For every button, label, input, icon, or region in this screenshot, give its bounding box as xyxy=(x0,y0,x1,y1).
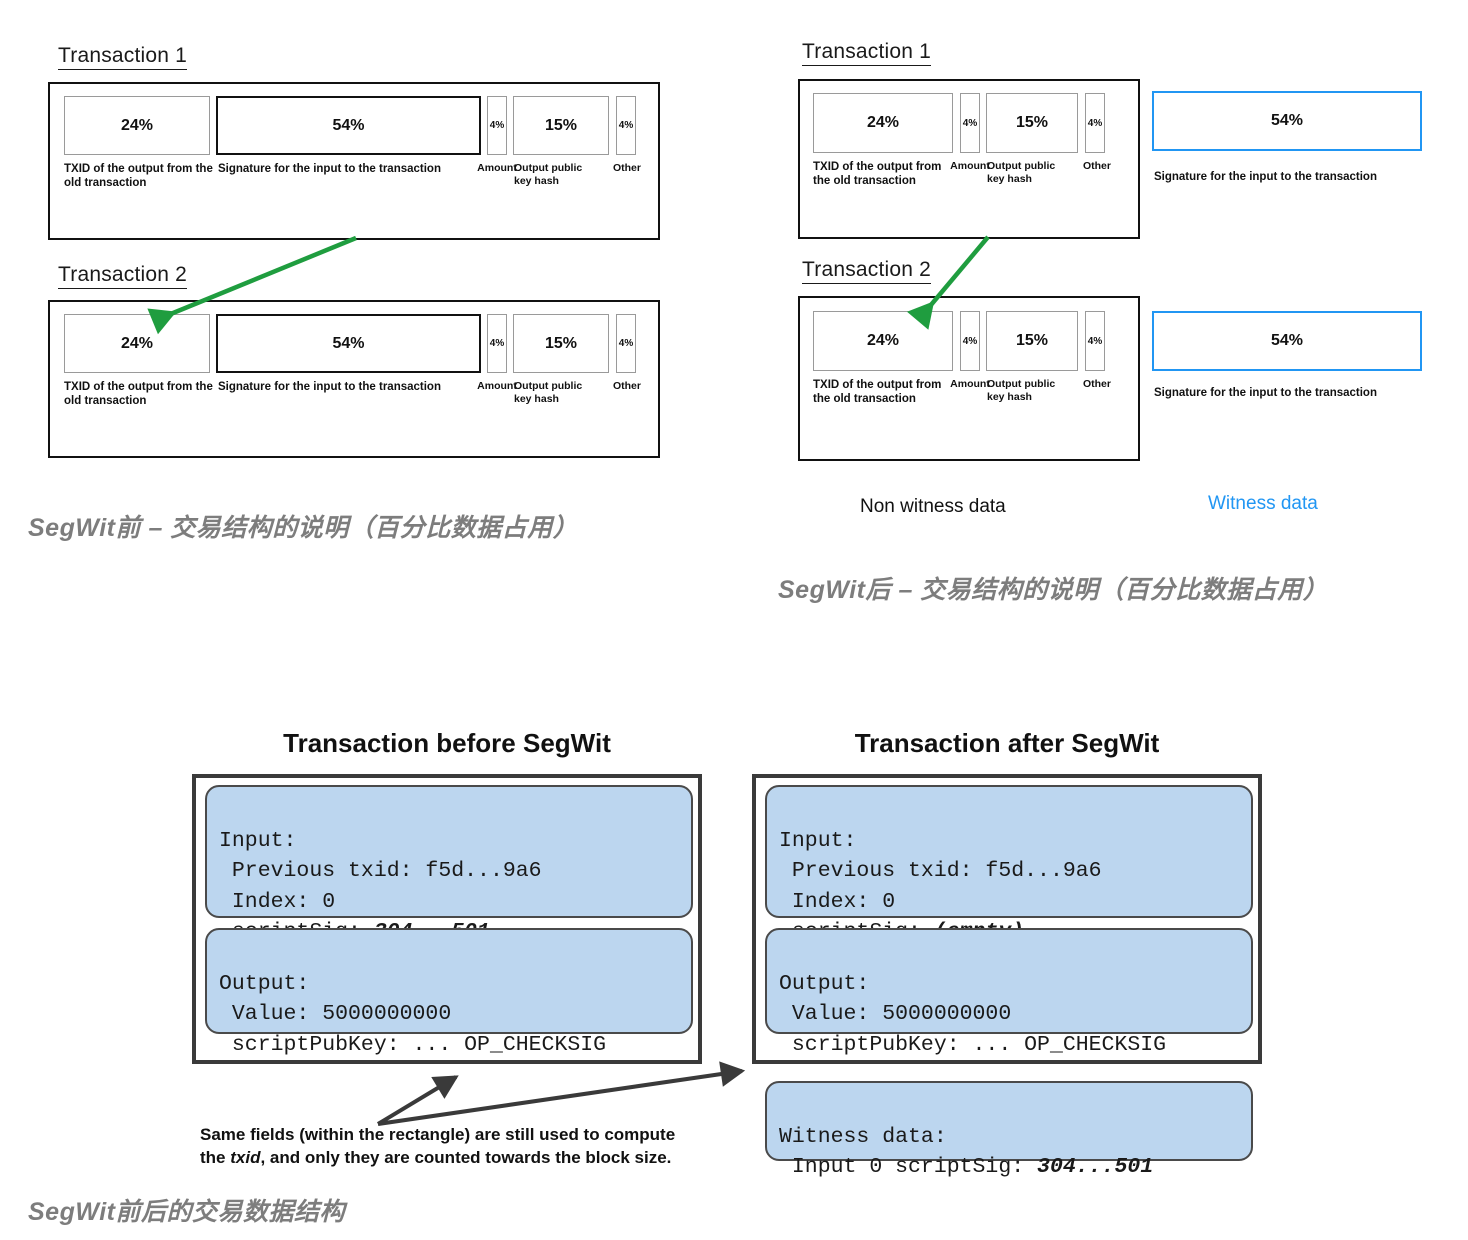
tl-tx2-field-other-label: Other xyxy=(612,380,641,392)
bd-before-input-index: Index: 0 xyxy=(219,889,336,914)
tr-tx1-witness-field: 54% xyxy=(1152,91,1422,151)
bd-after-witness-box: Witness data: Input 0 scriptSig: 304...5… xyxy=(765,1081,1253,1179)
bd-after-input-box: Input: Previous txid: f5d...9a6 Index: 0… xyxy=(765,785,1253,944)
tr-tx1-title: Transaction 1 xyxy=(802,40,932,66)
tr-tx1-box: 24% TXID of the output from the old tran… xyxy=(798,79,1140,239)
tl-tx2-field-txid-pct: 24% xyxy=(120,334,154,352)
bd-after-output-scriptpubkey: scriptPubKey: ... OP_CHECKSIG xyxy=(779,1032,1167,1057)
tr-tx2-field-other-label: Other xyxy=(1082,378,1111,390)
tl-tx2-field-other-pct: 4% xyxy=(618,338,634,349)
tl-tx1-field-opkh: 15% xyxy=(513,96,609,155)
bd-before-input-label: Input: xyxy=(219,828,297,853)
tr-tx2-field-amount-pct: 4% xyxy=(962,335,978,347)
tl-tx1-title: Transaction 1 xyxy=(58,44,188,70)
tr-tx1-field-other-pct: 4% xyxy=(1087,117,1103,129)
tr-tx2-field-opkh: 15% xyxy=(986,311,1078,371)
tl-tx1-field-other: 4% xyxy=(616,96,636,155)
tr-tx1-field-txid: 24% xyxy=(813,93,953,153)
legend-witness: Witness data xyxy=(1208,493,1318,514)
tr-tx1-field-txid-pct: 24% xyxy=(866,114,900,131)
tr-tx1-witness-pct: 54% xyxy=(1270,112,1304,129)
tr-tx2-witness-pct: 54% xyxy=(1270,332,1304,349)
tr-tx2-box: 24% TXID of the output from the old tran… xyxy=(798,296,1140,461)
tl-tx2-field-opkh-label: Output public key hash xyxy=(514,380,583,405)
bd-before-input-box: Input: Previous txid: f5d...9a6 Index: 0… xyxy=(205,785,693,944)
tr-tx2-field-other-pct: 4% xyxy=(1087,335,1103,347)
bd-before-output-scriptpubkey: scriptPubKey: ... OP_CHECKSIG xyxy=(219,1032,607,1057)
bd-after-witness-line-value: 304...501 xyxy=(1037,1155,1154,1180)
bd-after-input-prev-txid: Previous txid: f5d...9a6 xyxy=(779,859,1102,884)
tl-tx1-box: 24% TXID of the output from the old tran… xyxy=(48,82,660,240)
bottom-diagram: Transaction before SegWit Input: Previou… xyxy=(0,700,1468,1240)
bd-before-output-value: Value: 5000000000 xyxy=(219,1002,452,1027)
bd-before-output-label: Output: xyxy=(219,971,310,996)
bd-before-output-box: Output: Value: 5000000000 scriptPubKey: … xyxy=(205,928,693,1057)
tr-tx1-field-txid-label: TXID of the output from the old transact… xyxy=(813,161,942,188)
tl-tx2-field-sig-pct: 54% xyxy=(332,334,365,352)
bd-note: Same fields (within the rectangle) are s… xyxy=(200,1124,740,1170)
tr-tx2-field-opkh-pct: 15% xyxy=(1015,332,1049,349)
tl-tx1-field-opkh-pct: 15% xyxy=(544,116,578,134)
bd-note-line1: Same fields (within the rectangle) are s… xyxy=(200,1125,676,1144)
bd-after-input-label: Input: xyxy=(779,828,857,853)
tl-tx1-field-txid: 24% xyxy=(64,96,210,155)
tr-tx2-field-opkh-label: Output public key hash xyxy=(987,378,1056,403)
tr-tx2-field-txid-label: TXID of the output from the old transact… xyxy=(813,379,942,406)
tl-tx2-field-sig-label: Signature for the input to the transacti… xyxy=(218,381,441,393)
bd-note-line2-a: the xyxy=(200,1147,231,1167)
bd-after-witness-label: Witness data: xyxy=(779,1124,947,1149)
bd-after-output-value: Value: 5000000000 xyxy=(779,1002,1012,1027)
bd-after-title: Transaction after SegWit xyxy=(854,728,1160,758)
tr-tx2-field-txid-pct: 24% xyxy=(866,332,900,349)
tl-caption: SegWit前 – 交易结构的说明（百分比数据占用） xyxy=(28,514,579,542)
tl-tx2-field-txid: 24% xyxy=(64,314,210,373)
tl-tx2-field-txid-label: TXID of the output from the old transact… xyxy=(64,381,213,408)
tr-tx1-field-opkh-label: Output public key hash xyxy=(987,160,1056,185)
tl-tx2-field-sig: 54% xyxy=(216,314,481,373)
tr-tx2-witness-field: 54% xyxy=(1152,311,1422,371)
bd-note-line2-b: , and only they are counted towards the … xyxy=(260,1147,672,1167)
tl-tx2-title: Transaction 2 xyxy=(58,263,188,289)
tl-tx1-field-sig-pct: 54% xyxy=(332,116,365,134)
bd-after-witness-line-key: Input 0 scriptSig: xyxy=(779,1155,1038,1180)
tl-tx1-field-opkh-label: Output public key hash xyxy=(514,162,583,187)
legend-non-witness: Non witness data xyxy=(860,496,1006,517)
tr-tx1-field-amount: 4% xyxy=(960,93,980,153)
tr-tx2-field-amount: 4% xyxy=(960,311,980,371)
tl-tx1-field-txid-label: TXID of the output from the old transact… xyxy=(64,163,213,190)
tr-tx2-field-txid: 24% xyxy=(813,311,953,371)
tl-tx2-field-opkh-pct: 15% xyxy=(544,334,578,352)
tr-tx1-witness-label: Signature for the input to the transacti… xyxy=(1154,171,1377,183)
tl-tx2-field-amount-pct: 4% xyxy=(489,338,505,349)
tl-tx1-field-amount-pct: 4% xyxy=(489,120,505,131)
tl-tx1-field-sig-label: Signature for the input to the transacti… xyxy=(218,163,441,175)
tl-tx2-field-amount: 4% xyxy=(487,314,507,373)
tr-tx1-field-other-label: Other xyxy=(1082,160,1111,172)
tr-tx2-title: Transaction 2 xyxy=(802,258,932,284)
tl-tx1-field-amount: 4% xyxy=(487,96,507,155)
tr-tx2-witness-label: Signature for the input to the transacti… xyxy=(1154,387,1377,399)
tl-tx2-field-other: 4% xyxy=(616,314,636,373)
bd-after-output-box: Output: Value: 5000000000 scriptPubKey: … xyxy=(765,928,1253,1057)
tl-tx1-field-other-label: Other xyxy=(612,162,641,174)
tl-tx1-field-txid-pct: 24% xyxy=(120,116,154,134)
tr-caption: SegWit后 – 交易结构的说明（百分比数据占用） xyxy=(778,576,1329,604)
tl-tx1-field-other-pct: 4% xyxy=(618,120,634,131)
tr-tx1-field-opkh-pct: 15% xyxy=(1015,114,1049,131)
bd-after-input-index: Index: 0 xyxy=(779,889,896,914)
bd-note-txid-italic: txid xyxy=(230,1147,261,1167)
tr-tx2-field-other: 4% xyxy=(1085,311,1105,371)
tl-tx2-box: 24% TXID of the output from the old tran… xyxy=(48,300,660,458)
tl-tx2-field-opkh: 15% xyxy=(513,314,609,373)
bd-before-input-prev-txid: Previous txid: f5d...9a6 xyxy=(219,859,542,884)
bd-before-title: Transaction before SegWit xyxy=(283,728,611,758)
bd-caption: SegWit前后的交易数据结构 xyxy=(28,1198,345,1226)
tl-tx1-field-sig: 54% xyxy=(216,96,481,155)
tr-tx1-field-amount-pct: 4% xyxy=(962,117,978,129)
tr-tx1-field-other: 4% xyxy=(1085,93,1105,153)
tr-tx1-field-opkh: 15% xyxy=(986,93,1078,153)
top-right-diagram: Transaction 1 24% TXID of the output fro… xyxy=(740,0,1468,620)
top-left-diagram: Transaction 1 24% TXID of the output fro… xyxy=(0,0,700,560)
bd-after-output-label: Output: xyxy=(779,971,870,996)
